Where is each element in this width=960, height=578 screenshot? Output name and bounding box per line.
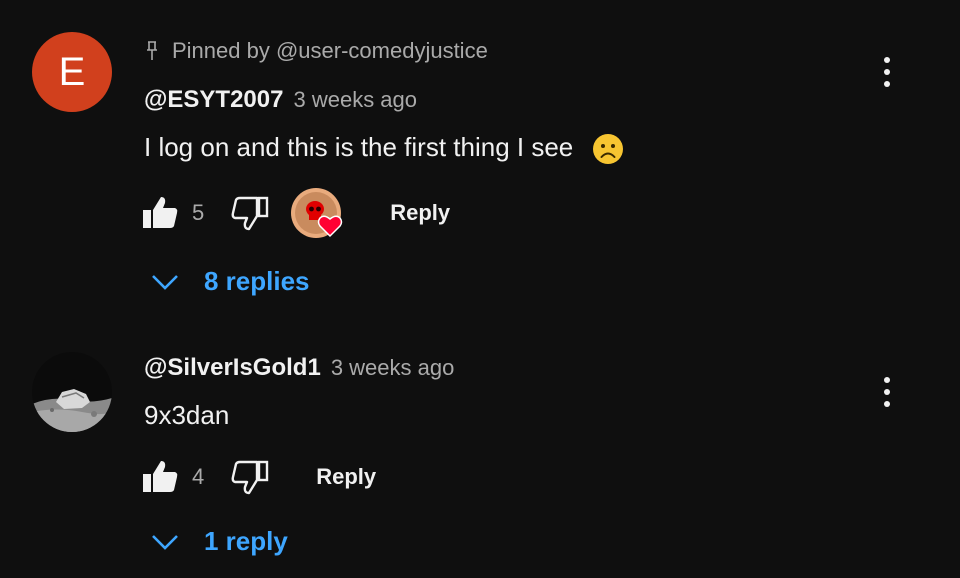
more-icon-dot: [884, 69, 890, 75]
pinned-label: Pinned by @user-comedyjustice: [172, 38, 488, 63]
replies-count: 1 reply: [204, 526, 288, 556]
author-name[interactable]: @SilverIsGold1: [144, 354, 321, 382]
comment-item: @SilverIsGold1 3 weeks ago 9x3dan 4 Repl…: [0, 330, 960, 578]
more-icon-dot: [884, 401, 890, 407]
view-replies-button[interactable]: 1 reply: [150, 526, 288, 557]
more-actions-button[interactable]: [872, 372, 902, 412]
comment-text: 9x3dan: [144, 400, 229, 431]
thumbs-up-icon: [143, 461, 178, 492]
avatar-letter: E: [58, 49, 86, 94]
thumbs-down-icon: [231, 196, 269, 231]
timestamp[interactable]: 3 weeks ago: [293, 87, 417, 113]
dislike-button[interactable]: [230, 193, 270, 233]
more-icon-dot: [884, 81, 890, 87]
like-count: 5: [192, 200, 205, 225]
moon-rover-photo-icon: [32, 352, 112, 432]
comment-body: 9x3dan: [144, 400, 230, 430]
like-button[interactable]: [140, 193, 180, 233]
more-actions-button[interactable]: [872, 52, 902, 92]
timestamp[interactable]: 3 weeks ago: [331, 355, 455, 381]
comment-body: I log on and this is the first thing I s…: [144, 132, 574, 162]
sad-face-icon: [593, 134, 624, 165]
avatar[interactable]: E: [32, 32, 112, 112]
comment-actions: 4 Reply: [140, 452, 386, 502]
avatar[interactable]: [32, 352, 112, 432]
chevron-down-icon: [152, 274, 178, 290]
comment-text: I log on and this is the first thing I s…: [144, 132, 624, 165]
creator-heart: [290, 187, 343, 239]
thumbs-up-icon: [143, 197, 178, 228]
more-icon: [884, 57, 890, 63]
reply-button[interactable]: Reply: [380, 192, 460, 234]
replies-count: 8 replies: [204, 266, 310, 296]
more-icon: [884, 377, 890, 383]
comment-actions: 5 Reply: [140, 188, 460, 238]
comment-header: @SilverIsGold1 3 weeks ago: [144, 354, 454, 382]
comment-item: E Pinned by @user-comedyjustice @ESYT200…: [0, 0, 960, 330]
dislike-button[interactable]: [230, 457, 270, 497]
pinned-badge: Pinned by @user-comedyjustice: [144, 38, 488, 64]
like-button[interactable]: [140, 457, 180, 497]
reply-button[interactable]: Reply: [306, 456, 386, 498]
comment-header: @ESYT2007 3 weeks ago: [144, 86, 417, 114]
pin-icon: [147, 41, 157, 60]
author-name[interactable]: @ESYT2007: [144, 86, 283, 114]
more-icon-dot: [884, 389, 890, 395]
chevron-down-icon: [152, 534, 178, 550]
thumbs-down-icon: [231, 460, 269, 495]
view-replies-button[interactable]: 8 replies: [150, 266, 310, 297]
like-count: 4: [192, 464, 205, 489]
heart-icon: [318, 215, 343, 238]
